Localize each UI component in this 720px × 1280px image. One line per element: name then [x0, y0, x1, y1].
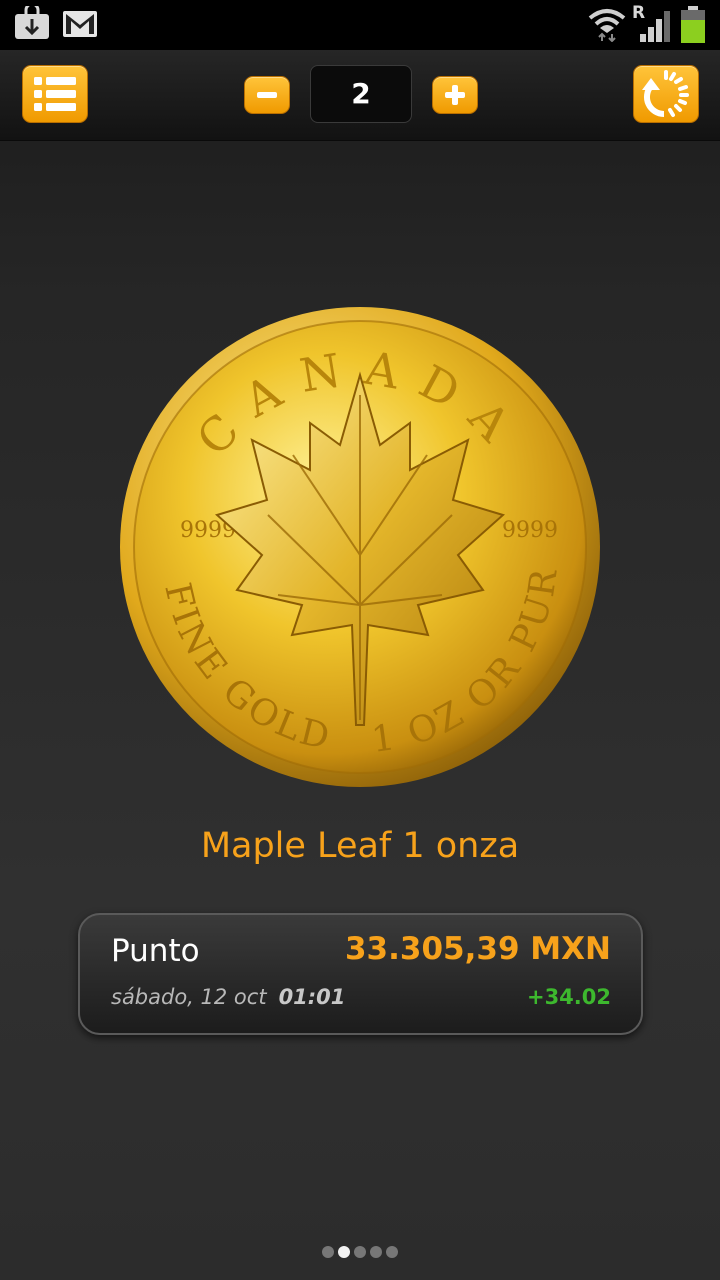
page-indicator[interactable]	[0, 1246, 720, 1258]
menu-button[interactable]	[22, 65, 88, 123]
price-card[interactable]: Punto 33.305,39 MXN sábado, 12 oct 01:01 …	[78, 913, 643, 1035]
page-dot[interactable]	[386, 1246, 398, 1258]
refresh-icon	[642, 70, 689, 118]
wifi-icon	[588, 9, 626, 42]
price-change: +34.02	[526, 985, 611, 1009]
price-date: sábado, 12 oct	[111, 985, 267, 1009]
price-label: Punto	[111, 933, 200, 969]
coin-image: CANADA 9999 9999 FINE GOLD 1 OZ OR PUR	[118, 305, 602, 789]
increment-button[interactable]	[432, 76, 478, 114]
top-toolbar: 2	[0, 50, 720, 141]
plus-icon	[445, 85, 465, 105]
gmail-icon	[63, 11, 97, 37]
battery-icon	[681, 6, 705, 43]
page-dot[interactable]	[338, 1246, 350, 1258]
price-value: 33.305,39 MXN	[344, 931, 611, 967]
download-icon	[15, 6, 49, 39]
refresh-button[interactable]	[633, 65, 699, 123]
signal-icon	[640, 11, 670, 42]
page-dot[interactable]	[354, 1246, 366, 1258]
coin-purity-right: 9999	[502, 518, 558, 543]
page-dot[interactable]	[322, 1246, 334, 1258]
page-dot[interactable]	[370, 1246, 382, 1258]
decrement-button[interactable]	[244, 76, 290, 114]
maple-leaf-gold-coin: CANADA 9999 9999 FINE GOLD 1 OZ OR PUR	[120, 307, 600, 787]
minus-icon	[257, 92, 277, 98]
price-date-row: sábado, 12 oct 01:01	[111, 985, 345, 1009]
list-menu-icon	[34, 77, 76, 111]
quantity-counter: 2	[310, 65, 412, 123]
status-bar: R	[0, 0, 720, 50]
product-title: Maple Leaf 1 onza	[200, 826, 520, 866]
price-time: 01:01	[278, 985, 346, 1009]
